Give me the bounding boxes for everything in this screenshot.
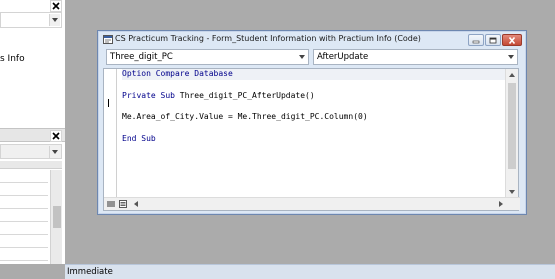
properties-scrollbar[interactable] — [50, 170, 62, 264]
code-line-5[interactable]: Me.Area_of_City.Value = Me.Three_digit_P… — [122, 112, 506, 123]
code-module-icon — [103, 35, 113, 44]
code-line-6[interactable] — [122, 123, 506, 134]
keyword: Option Compare Database — [122, 69, 233, 78]
immediate-label: Immediate — [67, 267, 113, 277]
scroll-left-icon[interactable] — [131, 199, 141, 209]
full-module-view-icon — [119, 200, 127, 208]
properties-object-combo[interactable] — [0, 144, 62, 159]
chevron-down-icon[interactable] — [296, 51, 307, 63]
grid-row[interactable] — [0, 170, 48, 183]
text-caret — [108, 99, 109, 107]
grid-row[interactable] — [0, 248, 48, 261]
immediate-pane-header[interactable]: Immediate — [65, 264, 555, 279]
scroll-thumb[interactable] — [508, 83, 516, 169]
code-line-3[interactable]: Private Sub Three_digit_PC_AfterUpdate() — [122, 91, 506, 102]
chevron-down-icon[interactable] — [49, 146, 60, 158]
keyword: End Sub — [122, 133, 156, 143]
left-dock: s Info — [0, 0, 65, 264]
code-line-7[interactable]: End Sub — [122, 134, 506, 145]
minimize-button[interactable] — [468, 34, 484, 46]
grid-row[interactable] — [0, 222, 48, 235]
procedure-dropdown[interactable]: AfterUpdate — [313, 49, 518, 65]
code-text[interactable]: Option Compare Database Private Sub Thre… — [122, 69, 506, 198]
restore-button[interactable] — [485, 34, 501, 46]
procedure-view-button[interactable] — [106, 199, 116, 209]
code-text-run: Me.Area_of_City.Value = Me.Three_digit_P… — [122, 112, 368, 122]
tree-item-fragment[interactable]: s Info — [0, 54, 25, 64]
close-icon — [508, 36, 516, 44]
properties-pane — [0, 142, 65, 264]
window-controls — [468, 34, 522, 46]
scroll-thumb[interactable] — [53, 206, 61, 228]
restore-icon — [489, 37, 497, 43]
dropdown-bar: Three_digit_PC AfterUpdate — [103, 49, 521, 67]
chevron-down-icon[interactable] — [49, 14, 60, 26]
scroll-right-icon[interactable] — [496, 199, 506, 209]
code-line-1[interactable]: Option Compare Database — [122, 69, 506, 80]
grid-row[interactable] — [0, 196, 48, 209]
properties-pane-close-button[interactable] — [50, 130, 62, 142]
scroll-up-icon[interactable] — [506, 69, 518, 81]
minimize-icon — [472, 40, 480, 43]
keyword: Private Sub — [122, 90, 175, 100]
grid-row[interactable] — [0, 209, 48, 222]
horizontal-scroll-track[interactable] — [142, 199, 502, 209]
code-line-4[interactable] — [122, 101, 506, 112]
object-dropdown-value: Three_digit_PC — [110, 52, 173, 62]
code-window-titlebar[interactable]: CS Practicum Tracking - Form_Student Inf… — [98, 31, 526, 48]
code-text-run: Three_digit_PC_AfterUpdate() — [174, 90, 315, 100]
editor-vertical-scrollbar[interactable] — [505, 69, 518, 198]
window-title: CS Practicum Tracking - Form_Student Inf… — [115, 34, 421, 43]
code-editor[interactable]: Option Compare Database Private Sub Thre… — [103, 68, 520, 211]
code-window: CS Practicum Tracking - Form_Student Inf… — [97, 30, 527, 215]
code-line-2[interactable] — [122, 80, 506, 91]
close-icon — [52, 132, 60, 140]
properties-pane-header — [0, 128, 65, 142]
project-pane-close-button[interactable] — [50, 0, 62, 12]
procedure-view-icon — [107, 201, 115, 207]
editor-margin[interactable] — [104, 69, 117, 198]
close-icon — [52, 2, 60, 10]
project-explorer-pane: s Info — [0, 0, 65, 128]
project-combo[interactable] — [0, 12, 62, 28]
full-module-view-button[interactable] — [118, 199, 128, 209]
procedure-dropdown-value: AfterUpdate — [317, 52, 369, 62]
editor-horizontal-scrollbar[interactable] — [104, 197, 520, 210]
object-dropdown[interactable]: Three_digit_PC — [106, 49, 309, 65]
grid-row[interactable] — [0, 235, 48, 248]
grid-row[interactable] — [0, 183, 48, 196]
properties-grid — [0, 170, 48, 261]
properties-tabstrip[interactable] — [0, 161, 62, 169]
chevron-down-icon[interactable] — [505, 51, 516, 63]
close-window-button[interactable] — [502, 34, 522, 46]
